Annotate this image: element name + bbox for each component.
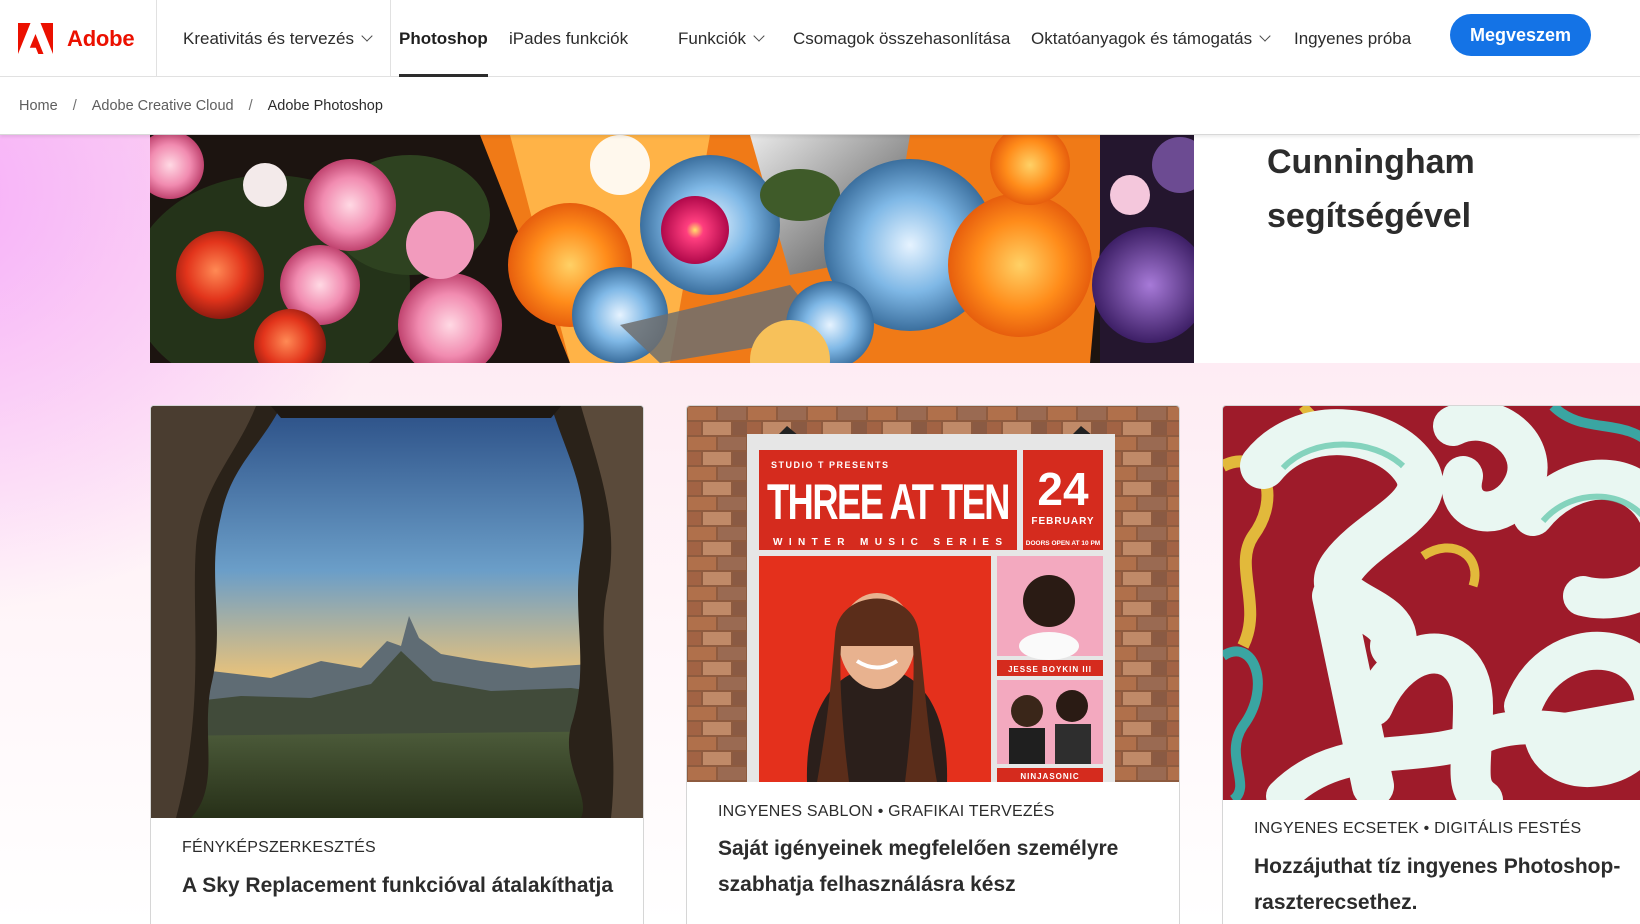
adobe-home-link[interactable]: Adobe: [0, 0, 157, 77]
article-card-free-brushes[interactable]: INGYENES ECSETEK • DIGITÁLIS FESTÉS Hozz…: [1222, 405, 1640, 924]
nav-item-free-trial[interactable]: Ingyenes próba: [1294, 0, 1411, 77]
nav-item-label: Funkciók: [678, 28, 747, 48]
card-title[interactable]: Hozzájuthat tíz ingyenes Photoshop-raszt…: [1254, 849, 1640, 921]
nav-item-tutorials-support[interactable]: Oktatóanyagok és támogatás: [1031, 0, 1271, 77]
card-category: INGYENES SABLON • GRAFIKAI TERVEZÉS: [718, 803, 1055, 820]
poster-series: WINTER MUSIC SERIES: [773, 537, 1009, 548]
card-title[interactable]: A Sky Replacement funkcióval átalakíthat…: [182, 868, 622, 904]
hero-title-line: segítségével: [1267, 197, 1472, 235]
adobe-logo-icon: [18, 23, 53, 54]
nav-item-photoshop[interactable]: Photoshop: [399, 0, 488, 77]
nav-item-label: iPades funkciók: [509, 28, 629, 48]
global-nav: Adobe Kreativitás és tervezés Photoshop …: [0, 0, 1640, 77]
page-content: Cunningham segítségével FÉNYKÉPSZERKESZT…: [0, 135, 1640, 924]
article-card-poster-template[interactable]: STUDIO T PRESENTS THREE AT TEN 24 FEBRUA…: [686, 405, 1180, 924]
nav-item-label: Csomagok összehasonlítása: [793, 28, 1011, 48]
nav-item-label: Photoshop: [399, 28, 488, 48]
chevron-down-icon: [361, 30, 373, 42]
nav-item-label: Ingyenes próba: [1294, 28, 1412, 48]
hero-collage-image: [150, 135, 1194, 363]
nav-category-menu[interactable]: Kreativitás és tervezés: [157, 0, 391, 77]
poster-presenter: STUDIO T PRESENTS: [771, 460, 890, 470]
nav-category-label: Kreativitás és tervezés: [183, 28, 355, 48]
poster-headline: THREE AT TEN: [767, 474, 1009, 530]
nav-item-compare-plans[interactable]: Csomagok összehasonlítása: [793, 0, 1010, 77]
breadcrumb-separator: /: [248, 97, 253, 114]
nav-item-features[interactable]: Funkciók: [678, 0, 765, 77]
chevron-down-icon: [753, 30, 765, 42]
chevron-down-icon: [1259, 30, 1271, 42]
breadcrumb-current: Adobe Photoshop: [267, 97, 383, 114]
breadcrumb: Home / Adobe Creative Cloud / Adobe Phot…: [0, 77, 1640, 135]
mountain-cave-image: [151, 406, 643, 818]
nav-item-ipad-features[interactable]: iPades funkciók: [509, 0, 628, 77]
breadcrumb-creative-cloud[interactable]: Adobe Creative Cloud: [92, 98, 234, 114]
hero-title-line: Cunningham: [1267, 143, 1475, 181]
card-category: FÉNYKÉPSZERKESZTÉS: [182, 839, 376, 856]
breadcrumb-separator: /: [72, 97, 77, 114]
article-card-sky-replacement[interactable]: FÉNYKÉPSZERKESZTÉS A Sky Replacement fun…: [150, 405, 644, 924]
buy-now-button[interactable]: Megveszem: [1450, 14, 1591, 56]
poster-artist-name: NINJASONIC: [1020, 772, 1079, 781]
hero-title: Cunningham segítségével: [1267, 135, 1607, 243]
poster-artist-name: JESSE BOYKIN III: [1008, 665, 1092, 674]
poster-month: FEBRUARY: [1031, 516, 1094, 527]
card-title[interactable]: Saját igényeinek megfelelően személyre s…: [718, 831, 1158, 903]
breadcrumb-home[interactable]: Home: [19, 98, 58, 114]
concert-poster-image: STUDIO T PRESENTS THREE AT TEN 24 FEBRUA…: [687, 406, 1179, 782]
brand-name: Adobe: [67, 25, 135, 51]
poster-doors: DOORS OPEN AT 10 PM: [1026, 540, 1100, 547]
card-category: INGYENES ECSETEK • DIGITÁLIS FESTÉS: [1254, 820, 1582, 837]
nav-item-label: Oktatóanyagok és támogatás: [1031, 28, 1253, 48]
poster-date: 24: [1037, 463, 1089, 515]
brush-lettering-image: [1223, 406, 1640, 800]
